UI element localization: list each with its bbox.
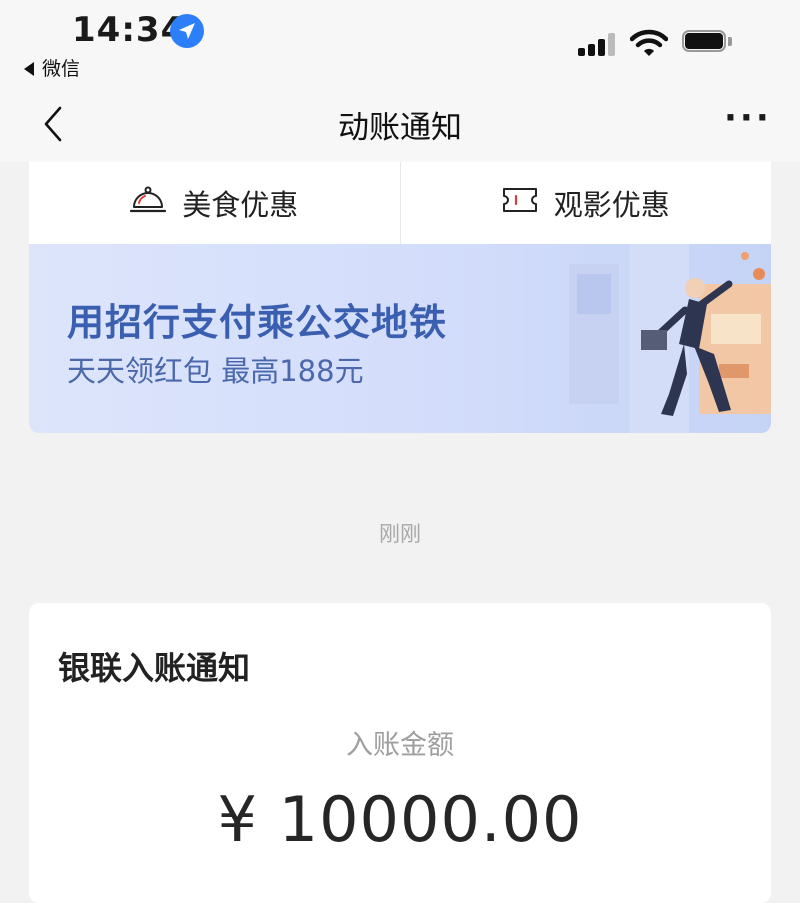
- tab-food-deals[interactable]: 美食优惠: [29, 162, 400, 244]
- signal-icon: [578, 32, 618, 56]
- battery-icon: [682, 30, 732, 54]
- back-triangle-icon: [24, 62, 34, 76]
- clock: 14:34: [72, 10, 186, 50]
- tab-movie-deals[interactable]: 观影优惠: [399, 162, 772, 244]
- location-icon: [170, 14, 204, 48]
- back-app-label: 微信: [42, 58, 81, 80]
- more-options-button[interactable]: ···: [724, 101, 772, 135]
- tab-movie-label: 观影优惠: [553, 188, 670, 222]
- amount-value: ¥ 10000.00: [217, 783, 583, 856]
- wifi-icon: [629, 29, 669, 61]
- message-timestamp: 刚刚: [379, 522, 421, 546]
- status-bar: 14:34 微信: [0, 0, 800, 90]
- banner-illustration: [549, 244, 771, 433]
- dish-bell-icon: [130, 185, 167, 222]
- card-title: 银联入账通知: [58, 649, 251, 687]
- back-to-app-link[interactable]: 微信: [24, 54, 80, 81]
- ticket-icon: [502, 186, 538, 221]
- amount-label: 入账金额: [346, 730, 454, 761]
- banner-subtitle: 天天领红包 最高188元: [67, 354, 364, 388]
- banner-title: 用招行支付乘公交地铁: [67, 301, 447, 344]
- nav-bar: 动账通知 ···: [0, 90, 800, 162]
- tab-food-label: 美食优惠: [182, 188, 299, 222]
- promo-tabs: 美食优惠 观影优惠: [29, 162, 771, 244]
- notification-card[interactable]: 银联入账通知 入账金额 ¥ 10000.00: [29, 603, 771, 903]
- page-title: 动账通知: [338, 110, 462, 146]
- promo-banner[interactable]: 用招行支付乘公交地铁 天天领红包 最高188元: [29, 244, 771, 433]
